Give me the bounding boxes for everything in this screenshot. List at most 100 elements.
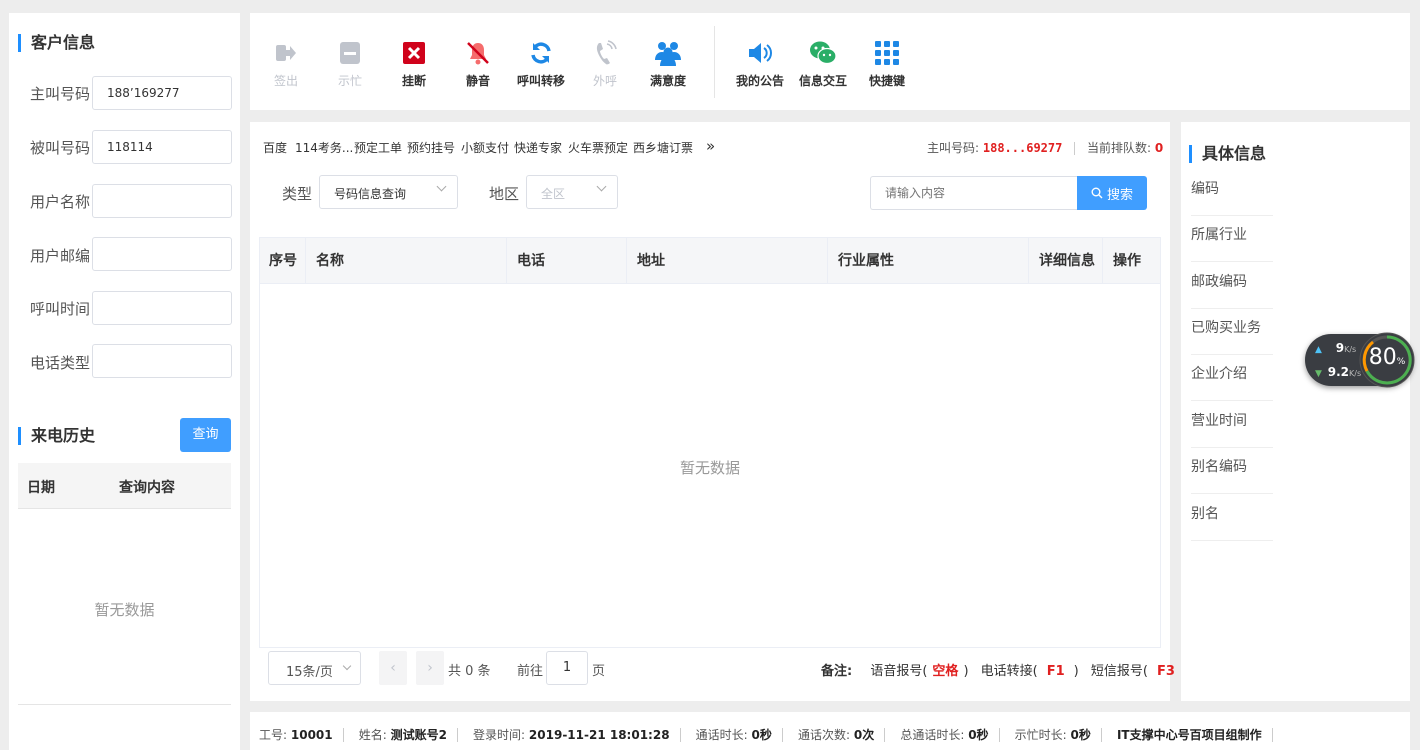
search-input[interactable] (870, 176, 1078, 210)
col-industry: 行业属性 (828, 238, 1029, 284)
remark-sms-key: F3 (1156, 664, 1175, 679)
status-agent-id-value: 10001 (290, 728, 333, 742)
shortcut-label: 快捷键 (868, 74, 905, 88)
mute-label: 静音 (465, 74, 490, 88)
quick-link-register[interactable]: 预约挂号 (407, 139, 455, 156)
status-separator (679, 727, 681, 742)
status-call-count-label: 通话次数: (797, 728, 851, 742)
status-credit: IT支撑中心号百项目组制作 (1117, 728, 1262, 742)
status-separator (1271, 727, 1273, 742)
quick-link-payment[interactable]: 小额支付 (461, 139, 509, 156)
region-select[interactable]: 全区 (526, 175, 618, 209)
call-time-input[interactable] (92, 291, 232, 325)
status-agent-name-label: 姓名: (358, 728, 387, 742)
status-agent-id: 工号: 10001 (259, 728, 333, 742)
remark-voice-close: ) (963, 664, 969, 679)
status-separator (456, 727, 458, 742)
status-credit-value: IT支撑中心号百项目组制作 (1116, 728, 1262, 742)
hangup-icon (382, 38, 446, 68)
grid-icon (855, 38, 919, 68)
wechat-button[interactable]: 信息交互 (791, 38, 855, 89)
summary-separator (1074, 142, 1076, 155)
status-total-duration: 总通话时长: 0秒 (900, 728, 988, 742)
table-empty-text: 暂无数据 (679, 459, 740, 477)
page-size-select[interactable]: 15条/页 (268, 651, 361, 685)
quick-link-ticket[interactable]: 预定工单 (354, 139, 402, 156)
upload-speed-unit: K/s (1344, 345, 1357, 354)
detail-intro: 企业介绍 (1191, 355, 1273, 401)
transfer-button[interactable]: 呼叫转移 (509, 38, 573, 89)
remarks: 备注: 语音报号(空格) 电话转接(F1) 短信报号(F3) (821, 660, 1189, 679)
goto-page-input[interactable]: 1 (546, 651, 588, 685)
next-page-button[interactable]: › (416, 651, 444, 685)
status-call-count-value: 0次 (853, 728, 875, 742)
announcement-button[interactable]: 我的公告 (728, 38, 792, 89)
search-icon (1091, 187, 1103, 199)
status-login-time: 登录时间: 2019-11-21 18:01:28 (473, 728, 670, 742)
quick-link-baidu[interactable]: 百度 (263, 139, 287, 156)
history-col-content: 查询内容 (119, 480, 175, 496)
col-index: 序号 (260, 238, 306, 284)
status-bar-content: 工号: 10001 姓名: 测试账号2 登录时间: 2019-11-21 18:… (259, 724, 1283, 743)
status-call-duration-value: 0秒 (751, 728, 772, 742)
caller-summary-value: 188...69277 (982, 141, 1063, 155)
chevron-down-icon (596, 181, 607, 192)
remarks-label: 备注: (821, 664, 853, 679)
status-separator (884, 727, 886, 742)
transfer-icon (509, 38, 573, 68)
quick-link-express[interactable]: 快递专家 (514, 139, 562, 156)
customer-panel (9, 13, 240, 750)
type-select[interactable]: 号码信息查询 (319, 175, 458, 209)
status-call-duration: 通话时长: 0秒 (696, 728, 772, 742)
mute-icon (446, 38, 510, 68)
sign-out-button[interactable]: 签出 (254, 38, 318, 89)
status-total-duration-value: 0秒 (968, 728, 989, 742)
quick-link-exam[interactable]: 114考务... (295, 139, 353, 156)
type-select-value: 号码信息查询 (334, 187, 407, 201)
quick-link-train[interactable]: 火车票预定 (568, 139, 628, 156)
hangup-button[interactable]: 挂断 (382, 38, 446, 89)
search-button[interactable]: 搜索 (1077, 176, 1147, 210)
phone-type-input[interactable] (92, 344, 232, 378)
download-speed: ▼ 9.2K/s (1315, 365, 1361, 379)
more-links-icon[interactable]: » (706, 137, 715, 155)
status-agent-id-label: 工号: (259, 728, 288, 742)
col-phone: 电话 (507, 238, 627, 284)
history-query-button[interactable]: 查询 (180, 418, 231, 452)
status-agent-name-value: 测试账号2 (390, 728, 447, 742)
remark-transfer-close: ) (1073, 664, 1079, 679)
goto-prefix: 前往 (517, 664, 544, 679)
sign-out-icon (254, 38, 318, 68)
goto-suffix: 页 (592, 664, 606, 679)
search-button-label: 搜索 (1106, 187, 1133, 203)
outbound-call-icon (573, 38, 637, 68)
satisfaction-button[interactable]: 满意度 (636, 38, 700, 89)
region-select-value: 全区 (541, 187, 566, 201)
called-number-input[interactable]: 118114 (92, 130, 232, 164)
user-zip-label: 用户邮编 (30, 247, 91, 265)
quick-link-xixiangtang[interactable]: 西乡塘订票 (633, 139, 693, 156)
history-empty-text: 暂无数据 (94, 601, 155, 619)
status-busy-duration: 示忙时长: 0秒 (1015, 728, 1091, 742)
download-speed-value: 9.2 (1327, 365, 1350, 379)
mute-button[interactable]: 静音 (446, 38, 510, 89)
outbound-call-button[interactable]: 外呼 (573, 38, 637, 89)
queue-label: 当前排队数: (1087, 141, 1152, 155)
call-time-label: 呼叫时间 (30, 300, 91, 318)
outbound-call-label: 外呼 (592, 74, 617, 88)
sign-out-label: 签出 (273, 74, 298, 88)
prev-page-button[interactable]: ‹ (379, 651, 407, 685)
user-name-label: 用户名称 (30, 193, 91, 211)
satisfaction-icon (636, 38, 700, 68)
history-bottom-divider (18, 704, 231, 705)
details-title: 具体信息 (1189, 145, 1266, 163)
wechat-icon (791, 38, 855, 68)
user-zip-input[interactable] (92, 237, 232, 271)
caller-number-input[interactable]: 188’169277 (92, 76, 232, 110)
shortcut-button[interactable]: 快捷键 (855, 38, 919, 89)
memory-gauge[interactable]: 80% (1359, 323, 1415, 397)
user-name-input[interactable] (92, 184, 232, 218)
busy-button[interactable]: 示忙 (318, 38, 382, 89)
page-size-value: 15条/页 (286, 665, 333, 680)
announcement-label: 我的公告 (735, 74, 784, 88)
